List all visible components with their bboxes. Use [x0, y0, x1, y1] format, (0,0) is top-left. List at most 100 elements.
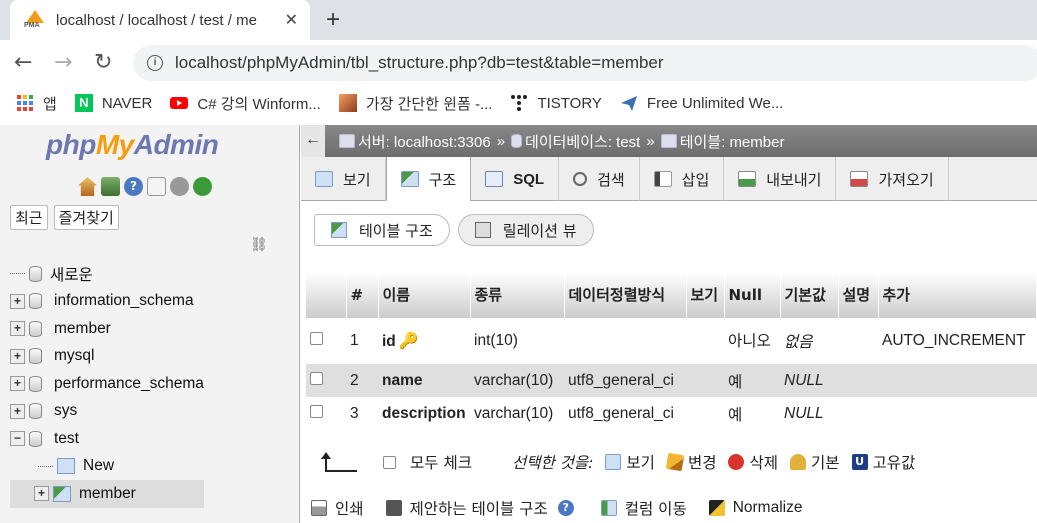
settings-gear-icon[interactable] — [170, 177, 189, 196]
header-name[interactable]: 이름 — [378, 272, 471, 318]
recent-button[interactable]: 최근 — [10, 205, 48, 230]
help-icon[interactable]: ? — [557, 500, 574, 516]
link-chain-icon[interactable]: ⛓ — [250, 237, 268, 253]
header-num[interactable]: # — [346, 272, 379, 318]
back-arrow-icon[interactable]: ← — [14, 50, 32, 76]
reload-navigation-icon[interactable] — [193, 177, 212, 196]
check-all-label[interactable]: 모두 체크 — [410, 451, 472, 473]
bookmark-youtube[interactable]: C# 강의 Winform... — [170, 93, 321, 114]
with-selected-label: 선택한 것을: — [511, 454, 594, 472]
cell-default: NULL — [780, 397, 838, 430]
expand-plus-icon[interactable]: + — [10, 403, 25, 419]
row-checkbox[interactable] — [310, 371, 323, 385]
header-type[interactable]: 종류 — [470, 272, 565, 318]
breadcrumb-server[interactable]: 서버: localhost:3306 — [339, 131, 491, 152]
tab-sql[interactable]: SQL — [471, 157, 560, 201]
header-null[interactable]: Null — [724, 272, 781, 318]
breadcrumb-table[interactable]: 테이블: member — [660, 131, 784, 152]
bookmarks-bar: 앱 N NAVER C# 강의 Winform... 가장 간단한 윈폼 -..… — [0, 86, 1037, 120]
close-tab-icon[interactable]: ✕ — [285, 10, 298, 29]
tab-insert[interactable]: 삽입 — [640, 157, 725, 201]
forward-arrow-icon[interactable]: → — [54, 50, 72, 76]
breadcrumb-database[interactable]: 데이터베이스: test — [511, 131, 640, 152]
row-checkbox[interactable] — [310, 404, 323, 418]
tree-item-test[interactable]: − test — [10, 425, 204, 453]
subtab-table-structure[interactable]: 테이블 구조 — [314, 214, 450, 246]
tab-structure[interactable]: 구조 — [385, 157, 472, 201]
bulk-drop-button[interactable]: 삭제 — [728, 451, 778, 473]
table-row[interactable]: 2 name varchar(10) utf8_general_ci 예 NUL… — [306, 364, 1037, 397]
tree-item-label: information_schema — [54, 292, 194, 310]
breadcrumb: ← 서버: localhost:3306 » 데이터베이스: test » 테이… — [301, 125, 1037, 157]
structure-icon — [400, 171, 419, 187]
collapse-nav-arrow-icon[interactable]: ← — [301, 125, 325, 157]
tree-item-label: 새로운 — [50, 266, 93, 284]
expand-plus-icon[interactable]: + — [10, 376, 25, 392]
structure-icon — [331, 222, 347, 238]
cell-comment — [838, 318, 878, 364]
print-link[interactable]: 인쇄 — [311, 497, 364, 519]
cell-num: 3 — [346, 397, 378, 430]
table-row[interactable]: 3 description varchar(10) utf8_general_c… — [306, 397, 1037, 430]
tab-import[interactable]: 가져오기 — [836, 157, 949, 201]
move-columns-link[interactable]: 컬럼 이동 — [600, 497, 687, 519]
collapse-minus-icon[interactable]: − — [10, 431, 25, 447]
tree-item-information-schema[interactable]: + information_schema — [10, 288, 204, 316]
row-checkbox[interactable] — [310, 332, 323, 345]
reload-icon[interactable]: ↻ — [94, 50, 112, 76]
bookmark-free-unlimited[interactable]: Free Unlimited We... — [620, 94, 783, 112]
cell-null: 예 — [724, 397, 780, 430]
new-tab-button[interactable]: + — [326, 6, 340, 34]
phpmyadmin-logo[interactable]: phpMyAdmin — [46, 129, 219, 161]
bookmark-blog[interactable]: 가장 간단한 윈폼 -... — [338, 93, 492, 114]
help-icon[interactable]: ? — [124, 177, 143, 196]
bulk-unique-button[interactable]: U 고유값 — [851, 451, 915, 473]
tree-item-member-db[interactable]: + member — [10, 315, 204, 343]
bulk-primary-button[interactable]: 기본 — [790, 451, 840, 473]
check-all-checkbox[interactable] — [383, 455, 396, 469]
home-icon[interactable] — [78, 177, 97, 196]
expand-plus-icon[interactable]: + — [10, 293, 25, 309]
structure-table: # 이름 종류 데이터정렬방식 보기 Null 기본값 설명 추가 1 id 🔑 … — [306, 272, 1037, 430]
bulk-browse-button[interactable]: 보기 — [605, 451, 655, 473]
tree-item-mysql[interactable]: + mysql — [10, 343, 204, 371]
blog-thumbnail-icon — [338, 94, 357, 112]
expand-plus-icon[interactable]: + — [34, 486, 49, 502]
header-attributes[interactable]: 보기 — [686, 272, 725, 318]
tree-item-sys[interactable]: + sys — [10, 398, 204, 426]
address-bar[interactable]: i localhost/phpMyAdmin/tbl_structure.php… — [133, 45, 1037, 81]
browser-tab[interactable]: PMA localhost / localhost / test / me ✕ — [10, 0, 310, 40]
relation-icon — [474, 222, 491, 238]
bookmark-apps[interactable]: 앱 — [16, 93, 57, 114]
bulk-change-button[interactable]: 변경 — [665, 451, 716, 473]
documentation-icon[interactable] — [147, 177, 166, 196]
site-info-icon[interactable]: i — [147, 55, 163, 71]
cell-attributes — [686, 364, 724, 397]
tree-item-member-table[interactable]: + member — [10, 480, 204, 508]
cell-null: 예 — [724, 364, 780, 397]
propose-structure-link[interactable]: 제안하는 테이블 구조 ? — [385, 497, 579, 519]
header-comment[interactable]: 설명 — [838, 272, 879, 318]
recent-favorites-buttons: 최근 즐겨찾기 — [10, 205, 119, 230]
expand-plus-icon[interactable]: + — [10, 348, 25, 364]
subtab-relation-view[interactable]: 릴레이션 뷰 — [457, 214, 594, 246]
cell-type: varchar(10) — [470, 364, 564, 397]
bookmark-naver[interactable]: N NAVER — [74, 94, 152, 112]
header-collation[interactable]: 데이터정렬방식 — [564, 272, 687, 318]
expand-plus-icon[interactable]: + — [10, 321, 25, 337]
header-default[interactable]: 기본값 — [780, 272, 839, 318]
tab-search[interactable]: 검색 — [559, 157, 640, 201]
favorites-button[interactable]: 즐겨찾기 — [53, 205, 119, 230]
cell-comment — [838, 364, 878, 397]
tree-item-performance-schema[interactable]: + performance_schema — [10, 370, 204, 398]
logout-icon[interactable] — [101, 177, 120, 196]
normalize-link[interactable]: Normalize — [708, 499, 802, 517]
tab-export[interactable]: 내보내기 — [724, 157, 837, 201]
bookmark-tistory[interactable]: TISTORY — [510, 94, 602, 112]
table-row[interactable]: 1 id 🔑 int(10) 아니오 없음 AUTO_INCREMENT — [306, 318, 1037, 364]
tree-item-new-table[interactable]: New — [10, 453, 204, 481]
tab-browse[interactable]: 보기 — [301, 157, 386, 201]
cell-default: 없음 — [780, 318, 838, 364]
header-extra[interactable]: 추가 — [878, 272, 1037, 318]
tree-item-new[interactable]: 새로운 — [10, 260, 204, 288]
